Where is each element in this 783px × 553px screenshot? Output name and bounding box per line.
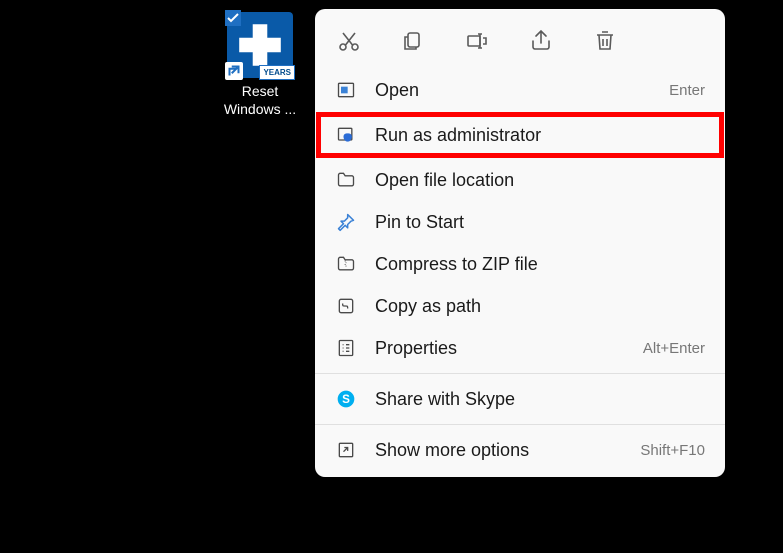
menu-shortcut: Alt+Enter — [643, 340, 705, 357]
skype-icon: S — [335, 388, 357, 410]
menu-label: Show more options — [375, 440, 622, 461]
shortcut-arrow-icon — [225, 62, 243, 80]
menu-label: Compress to ZIP file — [375, 254, 705, 275]
menu-label: Open — [375, 80, 651, 101]
menu-item-show-more-options[interactable]: Show more options Shift+F10 — [315, 429, 725, 471]
share-button[interactable] — [527, 27, 555, 55]
menu-item-pin-to-start[interactable]: Pin to Start — [315, 201, 725, 243]
menu-item-open-file-location[interactable]: Open file location — [315, 159, 725, 201]
rename-button[interactable] — [463, 27, 491, 55]
menu-item-compress-zip[interactable]: Compress to ZIP file — [315, 243, 725, 285]
menu-item-copy-as-path[interactable]: Copy as path — [315, 285, 725, 327]
svg-text:S: S — [342, 393, 350, 406]
cut-button[interactable] — [335, 27, 363, 55]
menu-item-open[interactable]: Open Enter — [315, 69, 725, 111]
menu-separator — [315, 424, 725, 425]
menu-separator — [315, 373, 725, 374]
properties-icon — [335, 337, 357, 359]
menu-label: Copy as path — [375, 296, 705, 317]
context-toolbar — [315, 15, 725, 69]
pin-icon — [335, 211, 357, 233]
folder-icon — [335, 169, 357, 191]
years-badge: YEARS — [259, 65, 295, 80]
checkmark-icon — [225, 10, 241, 26]
menu-shortcut: Enter — [669, 82, 705, 99]
open-icon — [335, 79, 357, 101]
menu-label: Pin to Start — [375, 212, 705, 233]
menu-item-properties[interactable]: Properties Alt+Enter — [315, 327, 725, 369]
menu-shortcut: Shift+F10 — [640, 442, 705, 459]
context-menu: Open Enter Run as administrator Open fil… — [315, 9, 725, 477]
menu-label: Properties — [375, 338, 625, 359]
menu-label: Share with Skype — [375, 389, 705, 410]
zip-icon — [335, 253, 357, 275]
copy-path-icon — [335, 295, 357, 317]
admin-icon — [335, 124, 357, 146]
menu-item-run-as-administrator[interactable]: Run as administrator — [318, 114, 722, 156]
menu-label: Open file location — [375, 170, 705, 191]
menu-item-share-skype[interactable]: S Share with Skype — [315, 378, 725, 420]
delete-button[interactable] — [591, 27, 619, 55]
menu-label: Run as administrator — [375, 125, 705, 146]
desktop-shortcut-icon: YEARS — [227, 12, 293, 78]
show-more-icon — [335, 439, 357, 461]
copy-button[interactable] — [399, 27, 427, 55]
desktop-shortcut[interactable]: YEARS Reset Windows ... — [218, 12, 302, 118]
